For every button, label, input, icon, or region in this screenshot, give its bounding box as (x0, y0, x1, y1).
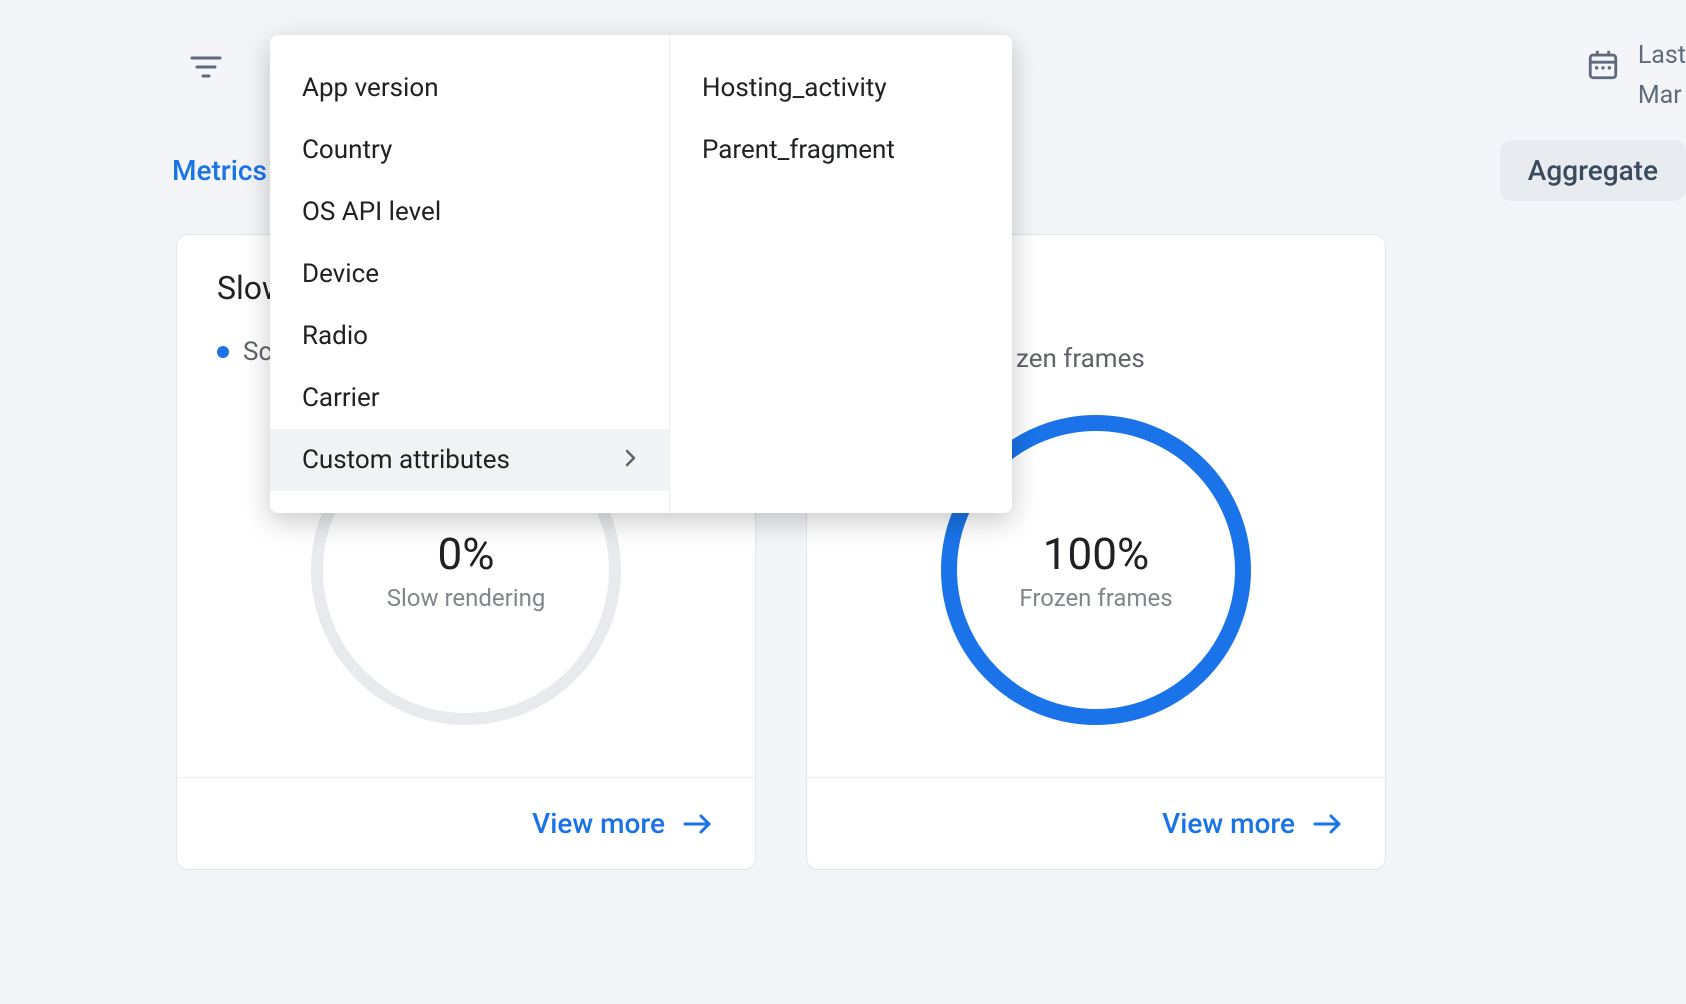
filter-item-radio[interactable]: Radio (270, 305, 669, 367)
filter-icon[interactable] (190, 54, 218, 78)
filter-item-hosting-activity[interactable]: Hosting_activity (670, 57, 1012, 119)
filter-item-parent-fragment[interactable]: Parent_fragment (670, 119, 1012, 181)
filter-item-label: Hosting_activity (702, 73, 887, 103)
filter-item-label: Device (302, 259, 379, 289)
view-more-button[interactable]: View more (807, 777, 1385, 869)
arrow-right-icon (683, 812, 713, 836)
filter-item-label: Country (302, 135, 392, 165)
view-more-button[interactable]: View more (177, 777, 755, 869)
date-range-area[interactable]: Last Mar (1586, 36, 1686, 116)
filter-item-custom-attributes[interactable]: Custom attributes (270, 429, 669, 491)
gauge-sub: Frozen frames (1019, 584, 1172, 612)
filter-item-label: Radio (302, 321, 368, 351)
filter-item-label: Custom attributes (302, 445, 510, 475)
gauge-value: 0% (387, 528, 546, 580)
filter-item-carrier[interactable]: Carrier (270, 367, 669, 429)
legend-label-fragment: zen frames (1016, 344, 1145, 374)
tab-aggregate[interactable]: Aggregate (1500, 140, 1686, 201)
calendar-icon (1586, 48, 1620, 86)
filter-item-device[interactable]: Device (270, 243, 669, 305)
filter-popover-left: App version Country OS API level Device … (270, 35, 670, 513)
legend-dot-icon (217, 346, 229, 358)
filter-item-label: OS API level (302, 197, 441, 227)
tab-metrics[interactable]: Metrics (172, 154, 267, 187)
filter-item-label: Carrier (302, 383, 380, 413)
filter-item-os-api[interactable]: OS API level (270, 181, 669, 243)
filter-item-app-version[interactable]: App version (270, 57, 669, 119)
date-range-text: Last Mar (1638, 36, 1686, 116)
view-more-label: View more (532, 807, 665, 840)
date-line1: Last (1638, 36, 1686, 76)
gauge-center: 100% Frozen frames (1019, 528, 1172, 612)
filter-item-country[interactable]: Country (270, 119, 669, 181)
chevron-right-icon (623, 445, 637, 475)
filter-item-label: App version (302, 73, 439, 103)
arrow-right-icon (1313, 812, 1343, 836)
filter-popover-right: Hosting_activity Parent_fragment (670, 35, 1012, 513)
gauge-center: 0% Slow rendering (387, 528, 546, 612)
filter-popover: App version Country OS API level Device … (270, 35, 1012, 513)
date-line2: Mar (1638, 76, 1686, 116)
gauge-value: 100% (1019, 528, 1172, 580)
filter-item-label: Parent_fragment (702, 135, 895, 165)
gauge-sub: Slow rendering (387, 584, 546, 612)
view-more-label: View more (1162, 807, 1295, 840)
